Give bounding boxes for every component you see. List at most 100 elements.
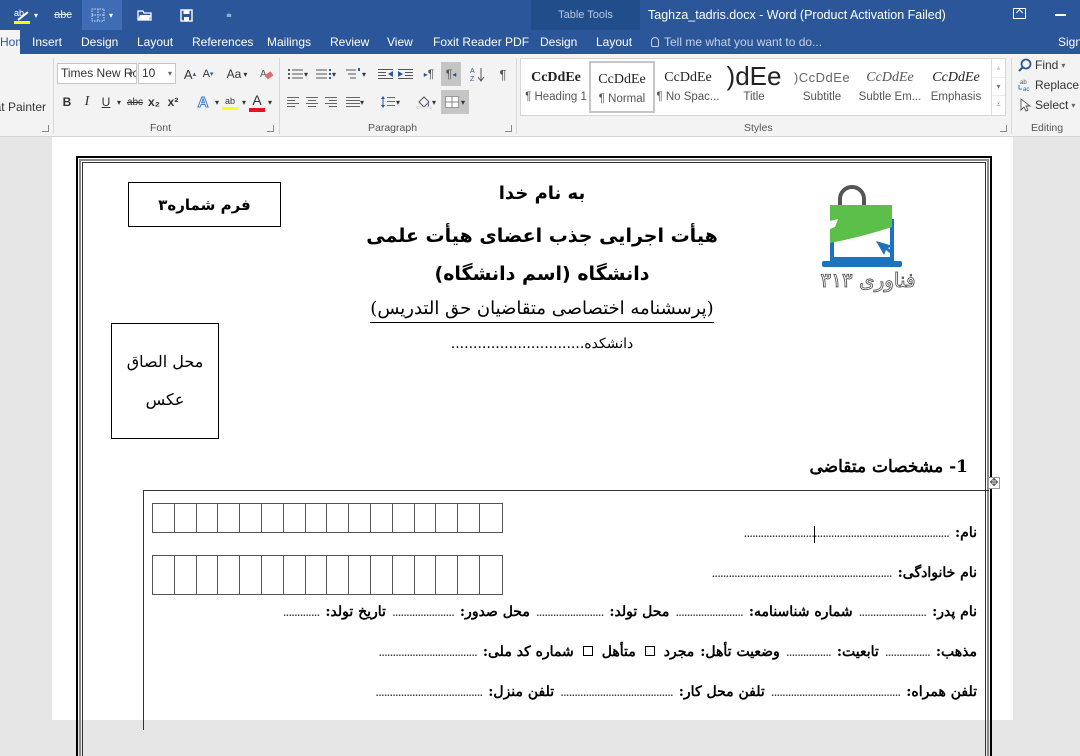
ribbon-display-options-icon[interactable] xyxy=(1013,8,1026,19)
letter-box[interactable] xyxy=(175,504,197,532)
letter-box[interactable] xyxy=(393,504,415,532)
sort-button[interactable]: AZ xyxy=(468,62,488,86)
italic-button[interactable]: I xyxy=(79,92,95,112)
field-dots[interactable]: ...................... xyxy=(392,605,455,619)
underline-button[interactable]: U xyxy=(98,92,114,112)
find-button[interactable]: Find ▾ xyxy=(1018,58,1065,72)
more-styles-icon[interactable]: ⩡ xyxy=(992,96,1005,115)
highlight-dropdown[interactable]: ▾ xyxy=(240,92,248,112)
decrease-indent-button[interactable] xyxy=(377,64,395,84)
style-no-spacing[interactable]: CcDdEe ¶ No Spac... xyxy=(655,61,721,113)
subscript-button[interactable]: x₂ xyxy=(146,92,162,112)
change-case-button[interactable]: Aa ▾ xyxy=(222,64,252,84)
customize-qat-button[interactable]: ⩧ xyxy=(222,0,236,30)
tab-review[interactable]: Review xyxy=(330,30,369,54)
letter-box[interactable] xyxy=(262,556,284,594)
letter-box[interactable] xyxy=(415,504,437,532)
font-color-dropdown[interactable]: ▾ xyxy=(266,92,274,112)
field-last-name[interactable]: نام خانوادگی:...........................… xyxy=(711,565,977,581)
strikethrough-qat-button[interactable]: abc xyxy=(50,0,76,30)
align-center-button[interactable] xyxy=(304,92,320,112)
letter-box[interactable] xyxy=(153,556,175,594)
tab-mailings[interactable]: Mailings xyxy=(267,30,311,54)
underline-dropdown[interactable]: ▾ xyxy=(114,92,124,112)
borders-button[interactable]: ▾ xyxy=(441,90,469,114)
letter-box[interactable] xyxy=(480,504,502,532)
letter-box[interactable] xyxy=(458,504,480,532)
align-left-button[interactable] xyxy=(285,92,301,112)
letter-box[interactable] xyxy=(415,556,437,594)
letter-box[interactable] xyxy=(284,556,306,594)
field-dots[interactable]: ........................................… xyxy=(771,685,901,699)
font-color-button[interactable]: A xyxy=(248,90,266,114)
letter-box[interactable] xyxy=(349,556,371,594)
field-dots[interactable]: ................ xyxy=(885,645,931,659)
last-name-letter-boxes[interactable] xyxy=(152,555,503,595)
minimize-icon[interactable] xyxy=(1055,14,1066,16)
rtl-direction-button[interactable]: ¶ ◂ xyxy=(441,62,461,86)
multilevel-list-button[interactable]: ▾ xyxy=(343,64,369,84)
highlight-button[interactable]: ab xyxy=(220,91,240,113)
checkbox-married[interactable] xyxy=(582,646,593,656)
style-heading-1[interactable]: CcDdEe ¶ Heading 1 xyxy=(523,61,589,113)
tab-home[interactable]: Home xyxy=(0,30,20,54)
field-row-status[interactable]: مذهب:................ تابعیت:...........… xyxy=(378,644,977,660)
table-move-handle-icon[interactable]: ✥ xyxy=(988,477,1000,489)
field-dots[interactable]: ........................ xyxy=(859,605,928,619)
field-dots[interactable]: ........................................… xyxy=(744,526,950,540)
field-dots[interactable]: ................................... xyxy=(378,645,478,659)
tab-design[interactable]: Design xyxy=(81,30,118,54)
letter-box[interactable] xyxy=(175,556,197,594)
letter-box[interactable] xyxy=(393,556,415,594)
shading-button[interactable]: ▾ xyxy=(412,92,440,112)
letter-box[interactable] xyxy=(262,504,284,532)
field-dots[interactable]: ........................................ xyxy=(560,685,674,699)
shrink-font-button[interactable]: A ▾ xyxy=(200,64,216,84)
tab-layout[interactable]: Layout xyxy=(137,30,173,54)
strikethrough-button[interactable]: abc xyxy=(125,92,145,112)
grow-font-button[interactable]: A ▴ xyxy=(182,64,198,84)
font-name-combo[interactable]: Times New Rc ▾ xyxy=(57,63,137,84)
style-emphasis[interactable]: CcDdEe Emphasis xyxy=(923,61,989,113)
increase-indent-button[interactable] xyxy=(397,64,415,84)
style-subtitle[interactable]: )CcDdEe Subtitle xyxy=(789,61,855,113)
letter-box[interactable] xyxy=(327,504,350,532)
line-spacing-button[interactable]: ▾ xyxy=(376,92,404,112)
align-right-button[interactable] xyxy=(323,92,339,112)
superscript-button[interactable]: x² xyxy=(165,92,181,112)
open-button[interactable] xyxy=(133,0,155,30)
letter-box[interactable] xyxy=(197,504,219,532)
style-normal[interactable]: CcDdEe ¶ Normal xyxy=(589,61,655,113)
field-first-name[interactable]: نام:....................................… xyxy=(744,525,977,541)
tab-references[interactable]: References xyxy=(192,30,253,54)
letter-box[interactable] xyxy=(218,504,241,532)
text-effects-button[interactable]: A xyxy=(192,92,214,112)
ltr-direction-button[interactable]: ▸ ¶ xyxy=(420,64,438,84)
style-title[interactable]: )dEe Title xyxy=(721,61,787,113)
letter-box[interactable] xyxy=(306,556,328,594)
letter-box[interactable] xyxy=(240,556,262,594)
field-row-phones[interactable]: تلفن همراه:.............................… xyxy=(375,684,977,700)
paragraph-launcher-icon[interactable] xyxy=(505,125,512,132)
letter-box[interactable] xyxy=(371,556,393,594)
tab-table-design[interactable]: Design xyxy=(540,30,577,54)
letter-box[interactable] xyxy=(480,556,502,594)
checkbox-single[interactable] xyxy=(644,646,655,656)
select-button[interactable]: Select ▾ xyxy=(1018,98,1075,112)
font-size-combo[interactable]: 10 ▾ xyxy=(138,63,176,84)
letter-box[interactable] xyxy=(371,504,393,532)
document-page[interactable]: فرم شماره۳ به نام خدا هیأت اجرایی جذب اع… xyxy=(52,137,1013,756)
letter-box[interactable] xyxy=(436,556,459,594)
letter-box[interactable] xyxy=(458,556,480,594)
style-subtle-emphasis[interactable]: CcDdEe Subtle Em... xyxy=(857,61,923,113)
field-dots[interactable]: ........................................… xyxy=(711,566,892,580)
clear-formatting-button[interactable]: A xyxy=(258,64,276,84)
tab-foxit-reader-pdf[interactable]: Foxit Reader PDF xyxy=(433,30,529,54)
first-name-letter-boxes[interactable] xyxy=(152,503,503,533)
field-dots[interactable]: ........................ xyxy=(675,605,744,619)
show-formatting-marks-button[interactable]: ¶ xyxy=(494,64,512,84)
field-dots[interactable]: ................ xyxy=(786,645,832,659)
format-painter-button[interactable]: Format Painter xyxy=(0,98,46,116)
field-dots[interactable]: ...................................... xyxy=(375,685,483,699)
justify-button[interactable]: ▾ xyxy=(342,92,368,112)
